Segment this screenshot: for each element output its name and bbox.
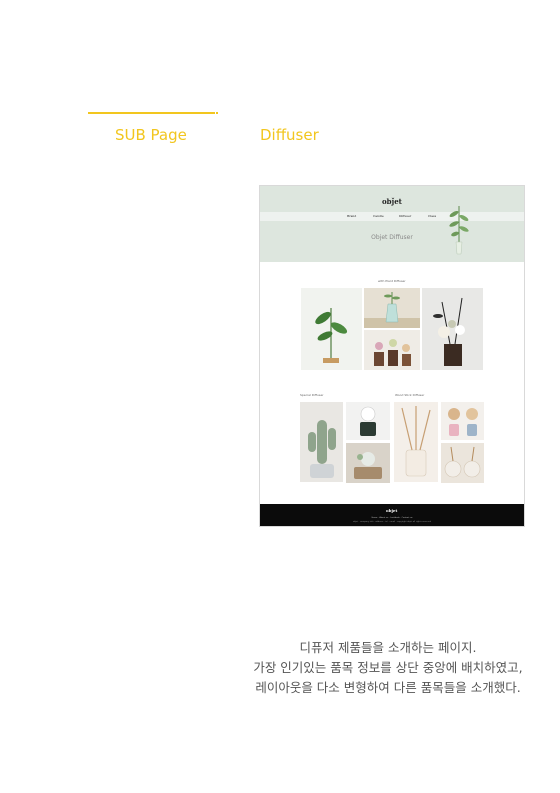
section-label: SUB Page <box>115 126 187 144</box>
page-name-label: Diffuser <box>260 126 319 144</box>
wood-stick-diffuser-photo-3 <box>441 443 484 483</box>
plant-diffuser-photo-2 <box>364 288 420 328</box>
wood-stick-diffuser-photo-1 <box>394 402 438 482</box>
description-line-2: 가장 인기있는 품목 정보를 상단 중앙에 배치하였고, <box>253 660 523 675</box>
mockup-section-title-left: Special Diffuser <box>300 393 324 397</box>
diffuser-page-mockup: obǰet Brand Candle Diffuser Class Objet … <box>259 185 525 527</box>
mockup-nav-band <box>260 212 524 221</box>
mockup-nav-brand[interactable]: Brand <box>347 214 356 218</box>
plant-diffuser-photo-4 <box>422 288 483 370</box>
mockup-footer-nav[interactable]: Home · About us · Lookbook · Contact us <box>260 517 524 519</box>
mockup-nav-diffuser[interactable]: Diffuser <box>399 214 411 218</box>
wood-stick-diffuser-photo-2 <box>441 402 484 440</box>
mockup-nav-candle[interactable]: Candle <box>373 214 384 218</box>
mockup-footer-info: objet · company info · address · tel · e… <box>352 521 432 523</box>
mockup-logo[interactable]: obǰet <box>382 197 402 206</box>
hanging-plant-image <box>449 206 469 255</box>
mockup-section-title-main: with Plant Diffuser <box>378 279 406 283</box>
cactus-diffuser-photo <box>300 402 343 482</box>
page-description: 디퓨저 제품들을 소개하는 페이지. 가장 인기있는 품목 정보를 상단 중앙에… <box>218 638 558 698</box>
mockup-footer-logo: objet <box>386 508 398 513</box>
description-line-1: 디퓨저 제품들을 소개하는 페이지. <box>299 640 477 655</box>
plant-diffuser-photo-1 <box>301 288 362 370</box>
mockup-hero-title: Objet Diffuser <box>371 234 413 241</box>
special-diffuser-photo-2 <box>346 443 390 483</box>
description-line-3: 레이아웃을 다소 변형하여 다른 품목들을 소개했다. <box>255 680 521 695</box>
mockup-nav-class[interactable]: Class <box>428 214 436 218</box>
special-diffuser-photo-1 <box>346 402 390 440</box>
mockup-footer: objet Home · About us · Lookbook · Conta… <box>260 504 524 526</box>
accent-rule <box>88 112 215 114</box>
plant-diffuser-photo-3 <box>364 330 420 370</box>
mockup-section-title-right: Wood Stick Diffuser <box>395 393 425 397</box>
accent-rule-dot <box>216 112 218 114</box>
